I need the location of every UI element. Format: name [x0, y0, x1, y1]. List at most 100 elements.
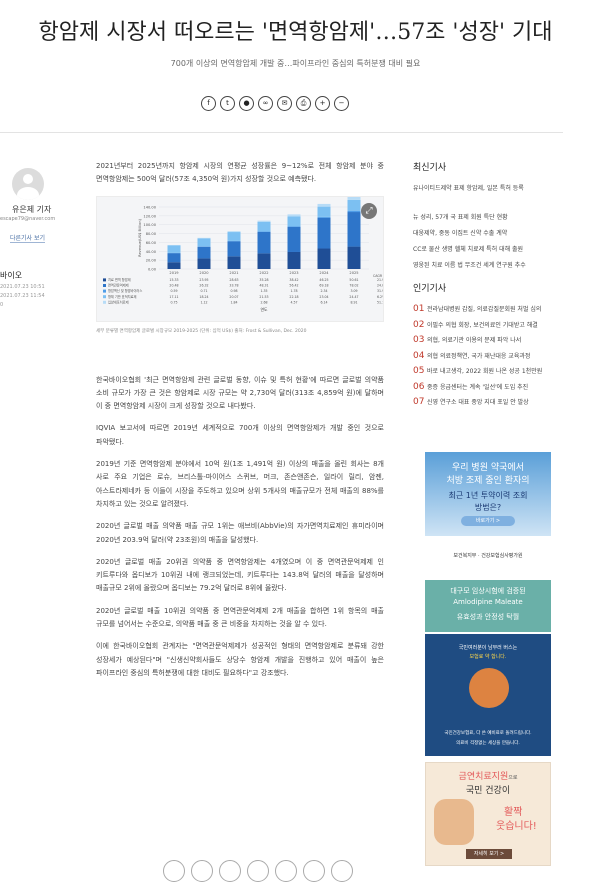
y-tick-label: 60.00 — [146, 241, 157, 245]
data-label: 38.42 — [289, 278, 298, 282]
facebook-icon[interactable]: f — [201, 96, 216, 111]
y-tick-label: 40.00 — [146, 249, 157, 253]
data-label: 23.04 — [319, 294, 328, 298]
email-icon[interactable]: ✉ — [277, 96, 292, 111]
bar-segment — [228, 232, 241, 241]
popular-item[interactable]: 05바로 내고생각, 2022 회원 나온 성공 1천만원 — [413, 366, 563, 376]
ad-text: 대구모 임상시험에 검증된 — [425, 586, 551, 596]
ad-banner-drug-history[interactable]: 우리 병원 약국에서 처방 조제 중인 환자의 최근 1년 투약이력 조회 방법… — [425, 452, 551, 572]
ad-text: 웃습니다! — [496, 817, 537, 832]
x-tick-label: 2021 — [229, 271, 238, 275]
link-icon[interactable]: ∞ — [258, 96, 273, 111]
bar-segment — [228, 241, 241, 256]
ad-text: 우리 병원 약국에서 — [425, 460, 551, 473]
y-tick-label: 120.00 — [143, 214, 156, 218]
ad-text: 처방 조제 중인 환자의 — [425, 473, 551, 486]
ad-text: Amlodipine Maleate — [425, 598, 551, 606]
popular-item[interactable]: 02이필수 의협 회장, 보건의료인 기대받고 해결 — [413, 320, 563, 330]
article-subhead: 700개 이상의 면역항암제 개발 중…파이프라인 중심의 특허분쟁 대비 필요 — [0, 58, 591, 69]
popular-item[interactable]: 06중증 응급센터는 계속 '일선'에 도입 추진 — [413, 382, 563, 392]
legend-swatch — [103, 289, 106, 292]
share-circle-icon[interactable] — [275, 860, 297, 882]
share-circle-icon[interactable] — [191, 860, 213, 882]
avatar — [12, 168, 44, 200]
latest-item[interactable]: 유나이티드제약 표제 항암제, 일본 특허 등록 — [413, 183, 563, 192]
section-name[interactable]: 바이오 — [0, 270, 22, 281]
latest-item[interactable]: 대웅제약, 중동 이집트 신약 수출 계약 — [413, 228, 563, 237]
share-circle-icon[interactable] — [247, 860, 269, 882]
twitter-icon[interactable]: t — [220, 96, 235, 111]
expand-icon[interactable]: ⤢ — [361, 203, 377, 219]
popular-rank: 05 — [413, 366, 427, 376]
article-paragraph: 한국바이오협회 '최근 면역항암제 관련 글로벌 동향, 이슈 및 특허 현황'… — [96, 374, 384, 414]
y-tick-label: 80.00 — [146, 232, 157, 236]
y-tick-label: 0.00 — [148, 267, 157, 271]
data-label: 22.18 — [289, 294, 298, 298]
ad-text: 금연치료지원으로 — [426, 769, 550, 782]
popular-headline: 의협, 의료기관 이용의 문제 파악 나서 — [427, 335, 521, 344]
bar-segment — [348, 212, 361, 247]
popular-rank: 01 — [413, 304, 427, 314]
bar-segment — [348, 199, 361, 210]
article-body: 2021년부터 2025년까지 항암제 시장의 연평균 성장률은 9~12%로 … — [96, 160, 384, 689]
popular-rank: 03 — [413, 335, 427, 345]
data-label: 23.95 — [199, 278, 208, 282]
bar-segment — [348, 210, 361, 211]
data-label: 21.53 — [259, 294, 268, 298]
popular-rank: 04 — [413, 351, 427, 361]
popular-item[interactable]: 03의협, 의료기관 이용의 문제 파악 나서 — [413, 335, 563, 345]
print-icon[interactable]: ⎙ — [296, 96, 311, 111]
ad-text: 유효성과 안정성 탁월 — [425, 612, 551, 622]
latest-item[interactable]: 뉴 성리, 57개 국 표제 회원 특단 현황 — [413, 212, 563, 221]
legend-label: 항암백신 및 항암바이러스 — [108, 288, 142, 293]
kakao-icon[interactable]: ● — [239, 96, 254, 111]
comment-count: 0 — [0, 302, 3, 308]
ad-text: 국민건강보험료, 다 쓴 예비료로 돌려드립니다. — [425, 730, 551, 736]
data-label: 1.84 — [230, 300, 237, 304]
popular-headline: 의협 의료정책연, 국가 재난대응 교육과정 — [427, 351, 530, 360]
data-label: 3.09 — [350, 289, 357, 293]
bar-segment — [348, 197, 361, 200]
x-tick-label: 2019 — [169, 271, 179, 275]
popular-item[interactable]: 01전라남대병원 갑질, 의료갑질문회원 처벌 심의 — [413, 304, 563, 314]
data-label: 69.18 — [319, 283, 328, 287]
ad-banner-quit-smoking[interactable]: 금연치료지원으로 국민 건강이 활짝 웃습니다! 자세히 보기 > — [425, 762, 551, 866]
cagr-label: 51.1% — [377, 300, 383, 304]
font-down-icon[interactable]: − — [334, 96, 349, 111]
data-label: 4.57 — [290, 300, 297, 304]
data-label: 2.68 — [260, 300, 267, 304]
ad-go-button[interactable]: 바로가기 > — [461, 516, 515, 526]
legend-swatch — [103, 295, 106, 298]
share-circle-icon[interactable] — [303, 860, 325, 882]
article-figure[interactable]: 0.0020.0040.0060.0080.00100.00120.00140.… — [96, 196, 384, 322]
latest-item[interactable]: 영웅된 치료 이름 법 무조건 세계 연구원 추수 — [413, 260, 563, 269]
data-label: 20.07 — [229, 294, 238, 298]
author-email[interactable]: escape79@naver.com — [0, 216, 55, 222]
bar-segment — [168, 253, 181, 262]
popular-item[interactable]: 04의협 의료정책연, 국가 재난대응 교육과정 — [413, 351, 563, 361]
share-toolbar: f t ● ∞ ✉ ⎙ + − — [201, 96, 349, 111]
popular-title: 인기기사 — [413, 281, 563, 294]
ad-banner-amlodipine[interactable]: 대구모 임상시험에 검증된 Amlodipine Maleate 유효성과 안정… — [425, 580, 551, 632]
share-circle-icon[interactable] — [219, 860, 241, 882]
font-up-icon[interactable]: + — [315, 96, 330, 111]
popular-item[interactable]: 07신영 연구소 대표 중앙 지대 포일 안 발상 — [413, 397, 563, 407]
ad-text: 의료비 걱정없는 세상을 만듭니다. — [425, 740, 551, 746]
x-tick-label: 2022 — [259, 271, 268, 275]
latest-item[interactable]: CC로 물산 생명 헬체 치료제 특허 대해 출원 — [413, 244, 563, 253]
bar-segment — [198, 246, 211, 258]
thumbs-up-illustration — [434, 799, 474, 845]
sidebar: 최신기사 유나이티드제약 표제 항암제, 일본 특허 등록 뉴 성리, 57개 … — [413, 160, 563, 413]
data-label: 1.12 — [200, 300, 207, 304]
author-more-articles-link[interactable]: 다른기사 보기 — [10, 233, 45, 243]
popular-rank: 06 — [413, 382, 427, 392]
figure-caption: 세부 분류별 면역항암제 글로벌 시장규모 2019-2025 (단위: 십억 … — [96, 328, 384, 334]
x-tick-label: 2023 — [289, 271, 298, 275]
ad-banner-insurance[interactable]: 국민여러분이 남부러 버스는 보험료 약 합니다. 국민건강보험료, 다 쓴 예… — [425, 634, 551, 756]
share-circle-icon[interactable] — [163, 860, 185, 882]
share-circle-icon[interactable] — [331, 860, 353, 882]
popular-headline: 신영 연구소 대표 중앙 지대 포일 안 발상 — [427, 397, 529, 406]
bar-segment — [318, 204, 331, 207]
bar-segment — [198, 238, 211, 246]
ad-detail-button[interactable]: 자세히 보기 > — [466, 849, 512, 859]
